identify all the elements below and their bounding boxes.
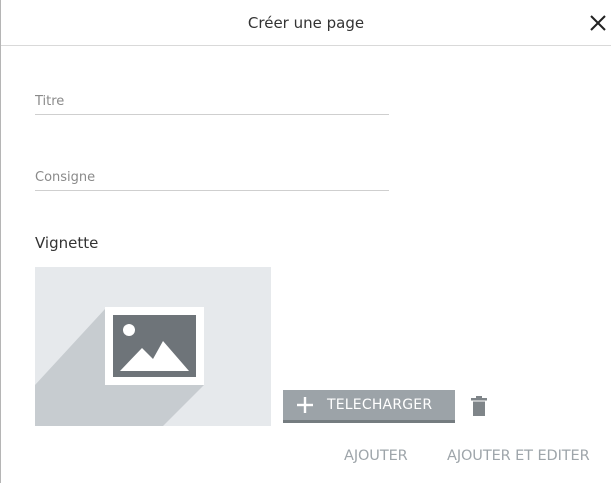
plus-icon bbox=[297, 397, 313, 413]
close-icon[interactable] bbox=[589, 14, 607, 32]
upload-button[interactable]: TELECHARGER bbox=[283, 390, 455, 423]
thumbnail-preview bbox=[35, 267, 271, 426]
title-input[interactable] bbox=[35, 90, 389, 113]
upload-button-label: TELECHARGER bbox=[327, 397, 433, 413]
dialog-title: Créer une page bbox=[247, 14, 365, 32]
trash-icon[interactable] bbox=[471, 396, 487, 416]
dialog-header: Créer une page bbox=[1, 0, 611, 46]
instruction-field bbox=[35, 166, 389, 191]
create-page-dialog: Créer une page Vignette TELECHARGER bbox=[0, 0, 611, 483]
title-field bbox=[35, 90, 389, 115]
thumbnail-label: Vignette bbox=[35, 234, 99, 252]
instruction-input[interactable] bbox=[35, 166, 389, 189]
image-placeholder-icon bbox=[35, 267, 271, 426]
add-and-edit-button[interactable]: AJOUTER ET EDITER bbox=[447, 448, 590, 464]
add-button[interactable]: AJOUTER bbox=[344, 448, 408, 464]
